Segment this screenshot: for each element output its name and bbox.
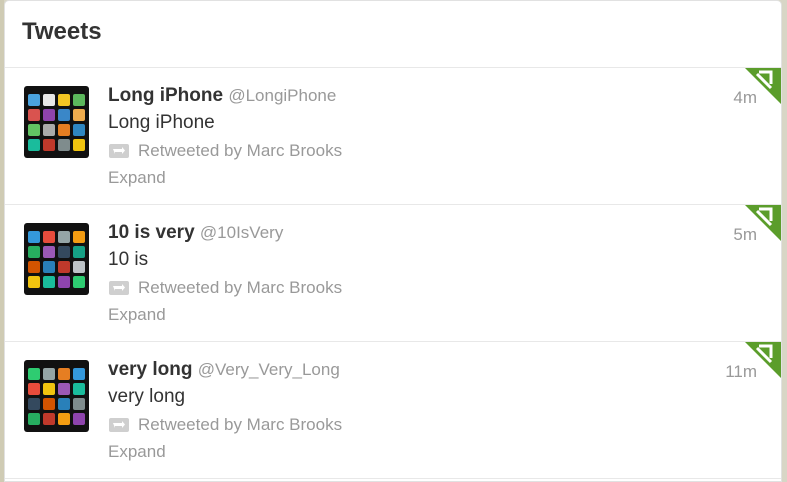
avatar[interactable] [24,360,89,432]
retweet-corner-badge-icon [745,342,781,378]
tweet-fullname[interactable]: Long iPhone [108,85,223,106]
tweet-item[interactable]: very long @Very_Very_Long very long Retw… [5,342,781,479]
panel-title: Tweets [22,18,102,45]
tweet-text: 10 is [108,249,149,270]
retweeted-by-text[interactable]: Retweeted by Marc Brooks [138,413,342,437]
retweet-corner-badge-icon [745,68,781,104]
retweeted-by-text[interactable]: Retweeted by Marc Brooks [138,139,342,163]
retweet-icon [109,281,129,295]
retweet-icon [109,418,129,432]
expand-link[interactable]: Expand [108,440,721,464]
tweet-username[interactable]: @10IsVery [200,223,283,242]
retweet-icon [109,144,129,158]
expand-link[interactable]: Expand [108,303,721,327]
retweet-context: Retweeted by Marc Brooks [108,139,721,163]
retweet-context: Retweeted by Marc Brooks [108,413,721,437]
tweet-username[interactable]: @LongiPhone [228,86,336,105]
tweet-username[interactable]: @Very_Very_Long [198,360,340,379]
tweets-panel: Tweets Long iPhone @LongiPhone Long iPho… [4,0,782,482]
panel-header: Tweets [5,1,781,68]
expand-link[interactable]: Expand [108,166,721,190]
tweet-body: very long @Very_Very_Long very long Retw… [108,358,721,464]
avatar[interactable] [24,86,89,158]
retweeted-by-text[interactable]: Retweeted by Marc Brooks [138,276,342,300]
tweet-item[interactable]: 10 is very @10IsVery 10 is Retweeted by … [5,205,781,342]
tweet-body: 10 is very @10IsVery 10 is Retweeted by … [108,221,721,327]
tweet-header: Long iPhone @LongiPhone [108,84,721,108]
avatar[interactable] [24,223,89,295]
tweet-item[interactable]: Long iPhone @LongiPhone Long iPhone Retw… [5,68,781,205]
retweet-context: Retweeted by Marc Brooks [108,276,721,300]
tweet-body: Long iPhone @LongiPhone Long iPhone Retw… [108,84,721,190]
tweet-fullname[interactable]: very long [108,359,192,380]
tweet-text: very long [108,386,186,407]
tweet-fullname[interactable]: 10 is very [108,222,195,243]
tweet-header: 10 is very @10IsVery [108,221,721,245]
tweet-text: Long iPhone [108,112,215,133]
tweet-header: very long @Very_Very_Long [108,358,721,382]
retweet-corner-badge-icon [745,205,781,241]
